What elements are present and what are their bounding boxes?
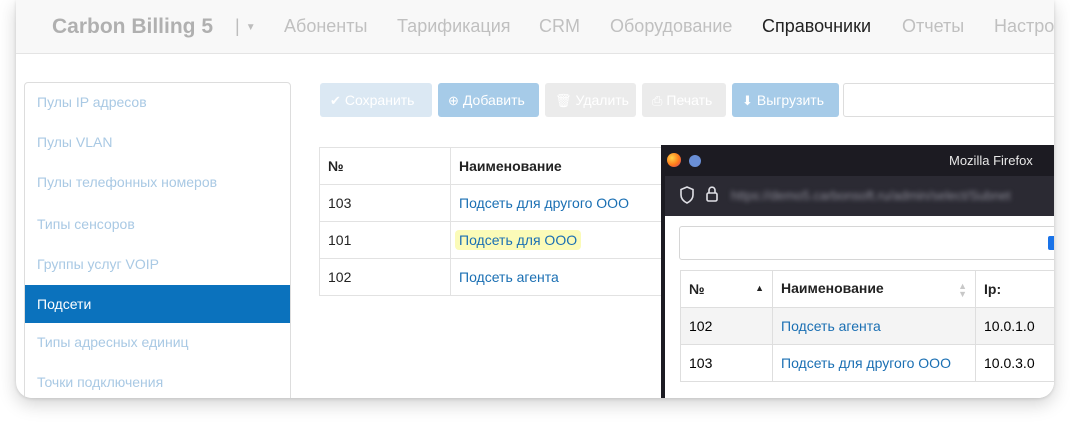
trash-icon: 🗑 [555, 93, 572, 108]
caret-down-icon: ▼ [245, 21, 256, 33]
popup-content: № ▲ Наименование ▲ ▼ Ip: 102 Подсеть аген… [661, 216, 1054, 398]
popup-url-bar[interactable]: https://demo5.carbonsoft.ru/admin/select… [661, 176, 1054, 216]
row-name-link[interactable]: Подсеть агента [781, 318, 881, 334]
row-ip: 10.0.3.0 [975, 344, 1054, 382]
nav-item-directories[interactable]: Справочники [762, 16, 871, 37]
nav-item-equipment[interactable]: Оборудование [610, 16, 732, 37]
sort-both-icon: ▲ ▼ [958, 281, 967, 299]
column-header-number[interactable]: № [319, 147, 451, 185]
table-header-row: № ▲ Наименование ▲ ▼ Ip: [680, 270, 1054, 308]
top-navbar: Carbon Billing 5 | ▼ Абоненты Тарификация… [16, 0, 1054, 54]
sidebar-item-connection-points[interactable]: Точки подключения [25, 363, 290, 398]
add-label: Добавить [462, 92, 525, 108]
sidebar: Пулы IP адресов Пулы VLAN Пулы телефонны… [24, 82, 291, 398]
save-label: Сохранить [344, 92, 415, 108]
save-button[interactable]: ✔ Сохранить [320, 83, 432, 117]
sidebar-item-sensor-types[interactable]: Типы сенсоров [25, 205, 290, 243]
table-row[interactable]: 102 Подсеть агента 10.0.1.0 [680, 307, 1054, 345]
popup-column-name-label: Наименование [781, 280, 884, 296]
plus-circle-icon: ⊕ [448, 93, 459, 108]
column-header-name[interactable]: Наименование [450, 147, 679, 185]
popup-column-header-name[interactable]: Наименование ▲ ▼ [772, 270, 976, 308]
app-window: Carbon Billing 5 | ▼ Абоненты Тарификация… [16, 0, 1054, 398]
row-name-link[interactable]: Подсеть агента [459, 269, 559, 285]
table-header-row: № Наименование [319, 147, 679, 185]
row-name-cell: Подсеть для другого ООО [450, 184, 679, 222]
sidebar-item-voip-groups[interactable]: Группы услуг VOIP [25, 245, 290, 283]
brand-dropdown-toggle[interactable]: | ▼ [235, 16, 256, 37]
row-name-cell: Подсеть для другого ООО [772, 344, 976, 382]
popup-window-title: Mozilla Firefox [949, 153, 1033, 168]
sidebar-item-subnets[interactable]: Подсети [25, 285, 290, 323]
sort-ascending-icon: ▲ [755, 283, 764, 293]
popup-column-header-number[interactable]: № ▲ [680, 270, 773, 308]
separator: | [235, 16, 240, 36]
delete-label: Удалить [575, 92, 629, 108]
row-id: 103 [319, 184, 451, 222]
row-name-link[interactable]: Подсеть для другого ООО [781, 355, 951, 371]
row-name-cell: Подсеть для ООО [450, 221, 679, 259]
sidebar-item-address-unit-types[interactable]: Типы адресных единиц [25, 323, 290, 361]
nav-item-settings[interactable]: Настро [994, 16, 1054, 37]
popup-subnets-table: № ▲ Наименование ▲ ▼ Ip: 102 Подсеть аген… [680, 270, 1054, 382]
popup-titlebar[interactable]: Mozilla Firefox [661, 145, 1054, 176]
sidebar-item-phone-pools[interactable]: Пулы телефонных номеров [25, 163, 290, 201]
print-label: Печать [666, 92, 713, 108]
brand-logo[interactable]: Carbon Billing 5 [52, 15, 213, 39]
lock-icon[interactable] [705, 185, 719, 203]
row-id: 103 [680, 344, 773, 382]
table-row[interactable]: 103 Подсеть для другого ООО [319, 184, 679, 222]
nav-item-subscribers[interactable]: Абоненты [284, 16, 367, 37]
firefox-logo-icon [667, 153, 681, 167]
subnets-table: № Наименование 103 Подсеть для другого О… [319, 147, 679, 296]
export-button[interactable]: ⬇ Выгрузить [732, 83, 839, 117]
add-button[interactable]: ⊕ Добавить [438, 83, 539, 117]
popup-column-number-label: № [689, 281, 705, 297]
sidebar-item-ip-pools[interactable]: Пулы IP адресов [25, 83, 290, 121]
popup-url-text: https://demo5.carbonsoft.ru/admin/select… [731, 188, 1011, 203]
export-label: Выгрузить [756, 92, 824, 108]
delete-button[interactable]: 🗑 Удалить [545, 83, 636, 117]
row-id: 102 [319, 258, 451, 296]
shield-icon[interactable] [679, 186, 695, 204]
row-name-link[interactable]: Подсеть для другого ООО [459, 195, 629, 211]
print-button[interactable]: ⎙ Печать [642, 83, 726, 117]
check-icon: ✔ [330, 93, 341, 108]
row-id: 101 [319, 221, 451, 259]
row-name-link-highlighted[interactable]: Подсеть для ООО [455, 230, 582, 250]
toolbar-search-input[interactable] [843, 83, 1054, 117]
popup-search-input[interactable] [679, 226, 1054, 260]
table-row[interactable]: 103 Подсеть для другого ООО 10.0.3.0 [680, 344, 1054, 382]
row-name-cell: Подсеть агента [772, 307, 976, 345]
nav-item-crm[interactable]: CRM [539, 16, 580, 37]
table-row[interactable]: 101 Подсеть для ООО [319, 221, 679, 259]
private-indicator-icon [689, 155, 701, 167]
download-icon: ⬇ [742, 93, 753, 108]
nav-item-reports[interactable]: Отчеты [902, 16, 964, 37]
firefox-popup-window: Mozilla Firefox https://demo5.carbonsoft… [661, 145, 1054, 398]
nav-item-tariffs[interactable]: Тарификация [397, 16, 511, 37]
table-row[interactable]: 102 Подсеть агента [319, 258, 679, 296]
row-ip: 10.0.1.0 [975, 307, 1054, 345]
sidebar-item-vlan-pools[interactable]: Пулы VLAN [25, 123, 290, 161]
popup-column-header-ip[interactable]: Ip: [975, 270, 1054, 308]
checkbox-icon[interactable] [1048, 236, 1054, 250]
row-id: 102 [680, 307, 773, 345]
printer-icon: ⎙ [652, 93, 663, 108]
row-name-cell: Подсеть агента [450, 258, 679, 296]
